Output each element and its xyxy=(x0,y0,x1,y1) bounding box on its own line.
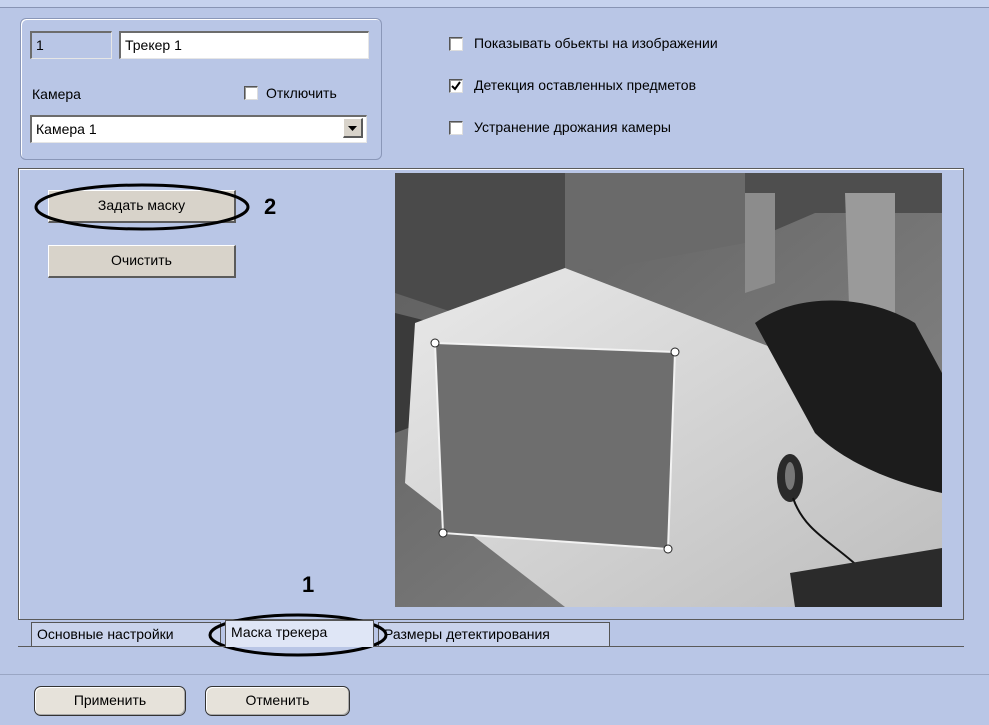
camera-preview[interactable] xyxy=(395,173,942,607)
tab-main-settings[interactable]: Основные настройки xyxy=(31,622,221,646)
option-left-items-label: Детекция оставленных предметов xyxy=(474,77,697,93)
window-top-edge xyxy=(0,0,989,8)
disable-label: Отключить xyxy=(266,85,337,101)
mask-polygon xyxy=(433,341,677,551)
camera-select-dropdown-button[interactable] xyxy=(343,118,363,138)
clear-mask-button[interactable]: Очистить xyxy=(48,245,236,278)
callout-1: 1 xyxy=(302,572,315,597)
disable-checkbox[interactable] xyxy=(244,86,258,100)
option-show-objects-checkbox[interactable] xyxy=(449,37,463,51)
check-icon xyxy=(451,81,461,91)
camera-scene-image xyxy=(395,173,942,607)
option-show-objects-label: Показывать обьекты на изображении xyxy=(474,35,718,51)
camera-label: Камера xyxy=(32,86,81,102)
tab-tracker-mask[interactable]: Маска трекера xyxy=(225,620,374,647)
tracker-name-field[interactable]: Трекер 1 xyxy=(119,31,369,59)
tabs-baseline xyxy=(18,646,964,647)
cancel-button[interactable]: Отменить xyxy=(205,686,350,716)
tab-detection-sizes[interactable]: Размеры детектирования xyxy=(378,622,610,646)
tracker-settings-window: { "header": { "id_value": "1", "name_val… xyxy=(0,0,989,725)
callout-2: 2 xyxy=(264,194,277,219)
option-stabilization-label: Устранение дрожания камеры xyxy=(474,119,671,135)
camera-select[interactable]: Камера 1 xyxy=(30,115,367,143)
highlight-ellipse-set-mask xyxy=(34,183,250,231)
tracker-id-field[interactable]: 1 xyxy=(30,31,112,59)
option-left-items-checkbox[interactable] xyxy=(449,79,463,93)
chevron-down-icon xyxy=(348,126,357,131)
apply-button[interactable]: Применить xyxy=(34,686,186,716)
option-stabilization-checkbox[interactable] xyxy=(449,121,463,135)
